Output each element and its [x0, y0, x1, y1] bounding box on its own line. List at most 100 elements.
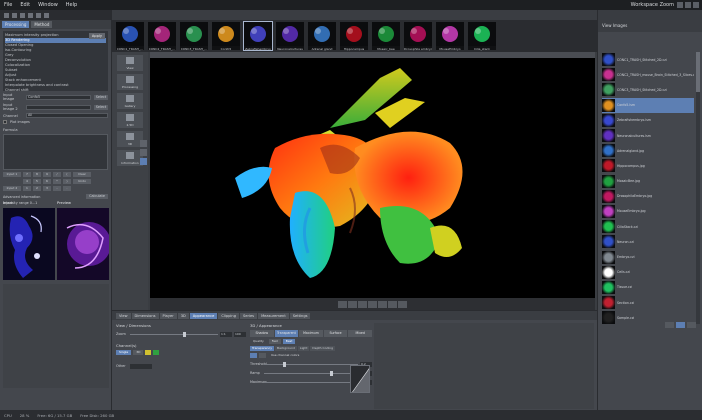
thumbnail-item[interactable]: Zebrafishembryo — [243, 21, 273, 51]
key-9[interactable]: 9 — [43, 172, 51, 177]
quality-best[interactable]: Best — [282, 339, 296, 344]
close-icon[interactable] — [693, 2, 699, 8]
image-list-scrollbar[interactable] — [696, 52, 700, 324]
render-mode-surface[interactable]: Surface — [323, 330, 348, 337]
workspace-zoom-label[interactable]: Workspace Zoom — [631, 2, 674, 8]
key-8[interactable]: 8 — [33, 172, 41, 177]
tab-dimensions[interactable]: Dimensions — [131, 312, 159, 319]
key-4[interactable]: 4 — [23, 179, 31, 184]
image-list-item[interactable]: CONC2_TRASH_mouse_Brain_Stitched_3_Slice… — [602, 67, 694, 82]
image-list-item[interactable]: Confo5.lsm — [602, 97, 694, 113]
image-list-item[interactable]: Cells.czi — [602, 265, 694, 280]
print-icon[interactable] — [20, 12, 25, 18]
thumbnail-item[interactable]: Hippocampus — [340, 22, 368, 51]
undo-button[interactable]: Undo — [73, 179, 91, 184]
thumbnail-item[interactable]: Cilia_stack — [468, 22, 496, 51]
key-paren-close[interactable]: ) — [63, 179, 71, 184]
subtab-transparency[interactable]: Transparency — [250, 346, 275, 351]
render-mode-mixed[interactable]: Mixed — [348, 330, 372, 337]
menu-edit[interactable]: Edit — [20, 2, 30, 8]
swatch-b[interactable] — [258, 353, 266, 358]
subtab-depth-coding[interactable]: Depth Coding — [310, 346, 335, 351]
tab-appearance[interactable]: Appearance — [189, 312, 218, 319]
menu-file[interactable]: File — [4, 2, 12, 8]
image-list-item[interactable]: Adrenalgland.jpg — [602, 143, 694, 158]
preview-thumbnail[interactable]: Preview — [57, 201, 111, 280]
threshold-slider[interactable] — [264, 361, 358, 367]
save-icon[interactable] — [12, 12, 17, 18]
select-input2-button[interactable]: Select — [94, 104, 108, 110]
tab-method[interactable]: Method — [31, 21, 53, 28]
open-icon[interactable] — [4, 12, 9, 18]
key-divide[interactable]: / — [53, 172, 61, 177]
thumbnail-item[interactable]: Neuronalcultures — [276, 22, 304, 51]
view-mode-1[interactable]: Processing — [117, 74, 143, 90]
method-item[interactable]: Channel shift — [5, 88, 106, 93]
zoom-slider[interactable] — [130, 331, 218, 337]
thumbnail-item[interactable]: CONC3_TRASH_... — [180, 22, 208, 51]
view-mode-0[interactable]: View — [117, 55, 143, 71]
image-list-item[interactable]: CiliaStack.czi — [602, 219, 694, 234]
channel-color-yellow[interactable] — [145, 350, 152, 355]
image-list-item[interactable]: MosaicBee.jpg — [602, 174, 694, 189]
tab-series[interactable]: Series — [240, 312, 258, 319]
channel-single-button[interactable]: Single — [116, 350, 132, 355]
rotate-left-icon[interactable] — [368, 300, 377, 308]
thumbnail-item[interactable]: Mosaic_bee — [372, 22, 400, 51]
image-list-item[interactable]: CONC3_TRASH_Stitched_2D.czi — [602, 82, 694, 97]
image-list-item[interactable]: Tissue.czi — [602, 280, 694, 295]
thumbnail-item[interactable]: Adrenal gland — [308, 22, 336, 51]
tab-measurement[interactable]: Measurement — [258, 312, 289, 319]
rotate-icon[interactable] — [140, 158, 147, 165]
key-paren[interactable]: ( — [63, 172, 71, 177]
key-2[interactable]: 2 — [33, 186, 41, 191]
tab-3d[interactable]: 3D — [177, 312, 189, 319]
reset-view-icon[interactable] — [388, 300, 397, 308]
input-image-field[interactable]: Confo5 — [26, 94, 91, 100]
tab-clipping[interactable]: Clipping — [218, 312, 239, 319]
thumbnail-item[interactable]: CONC2_TRASH_... — [148, 22, 176, 51]
thumbnail-item[interactable]: Drosophila embryo — [404, 22, 432, 51]
thumbnail-item[interactable]: MouseEmbryo — [436, 22, 464, 51]
zoom-out-icon[interactable] — [358, 300, 367, 308]
clear-button[interactable]: Clear — [73, 172, 91, 177]
zoom-icon[interactable] — [140, 149, 147, 156]
menu-help[interactable]: Help — [66, 2, 77, 8]
maximum-slider[interactable] — [264, 379, 358, 385]
zoom-percent[interactable]: 100 — [234, 331, 246, 337]
quality-fast[interactable]: Fast — [268, 339, 281, 344]
zoom-slider-knob[interactable] — [182, 331, 186, 337]
key-multiply[interactable]: * — [53, 179, 61, 184]
image-list-item[interactable]: Section.czi — [602, 295, 694, 310]
rotate-right-icon[interactable] — [378, 300, 387, 308]
subtab-light[interactable]: Light — [297, 346, 310, 351]
minimize-icon[interactable] — [677, 2, 683, 8]
input2-button[interactable]: Input 2 — [3, 186, 21, 191]
snapshot-icon[interactable] — [398, 300, 407, 308]
view-mode-2[interactable]: Gallery — [117, 93, 143, 109]
ramp-knob[interactable] — [329, 370, 333, 376]
channel-3d-button[interactable]: 3D — [133, 350, 144, 355]
pan-icon[interactable] — [140, 140, 147, 147]
input-image2-field[interactable] — [26, 104, 91, 110]
apply-button[interactable]: Apply — [88, 33, 105, 39]
key-7[interactable]: 7 — [23, 172, 31, 177]
key-dot[interactable]: . — [63, 186, 71, 191]
tab-settings[interactable]: Settings — [289, 312, 311, 319]
key-3[interactable]: 3 — [43, 186, 51, 191]
key-minus[interactable]: - — [53, 186, 61, 191]
menu-window[interactable]: Window — [38, 2, 58, 8]
subtab-background[interactable]: Background — [275, 346, 297, 351]
thumbnail-item[interactable]: Confo5 — [212, 22, 240, 51]
zoom-in-icon[interactable] — [348, 300, 357, 308]
zoom-ratio[interactable]: 1:1 — [220, 331, 232, 337]
image-list-item[interactable]: MouseEmbryo.jpg — [602, 204, 694, 219]
ramp-slider[interactable] — [264, 370, 358, 376]
undo-icon[interactable] — [28, 12, 33, 18]
calculate-button[interactable]: Calculate — [86, 194, 108, 199]
tab-player[interactable]: Player — [159, 312, 177, 319]
maximize-icon[interactable] — [685, 2, 691, 8]
image-list-item[interactable]: Embryo.czi — [602, 249, 694, 264]
image-list-item[interactable]: Neuron.czi — [602, 234, 694, 249]
3d-render-viewer[interactable] — [150, 58, 595, 298]
